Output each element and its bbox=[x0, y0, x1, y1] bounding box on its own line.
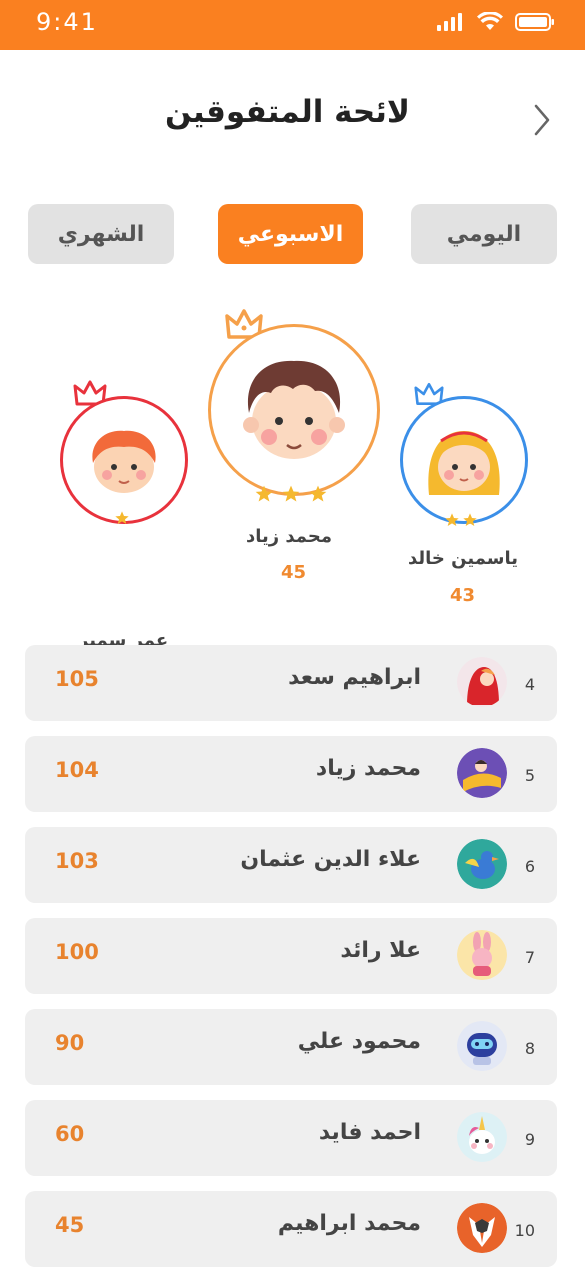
tab-weekly[interactable]: الاسبوعي bbox=[218, 204, 363, 264]
tab-weekly-label: الاسبوعي bbox=[237, 221, 344, 247]
status-icons bbox=[437, 12, 555, 32]
status-bar: 9:41 bbox=[0, 0, 585, 50]
player-score: 45 bbox=[55, 1213, 85, 1237]
podium-second-name: ياسمين خالد bbox=[408, 548, 518, 569]
player-name: محمد زياد bbox=[315, 756, 421, 781]
red-hood-avatar bbox=[457, 657, 507, 707]
player-name: ابراهيم سعد bbox=[288, 665, 421, 690]
star-icon bbox=[463, 513, 477, 526]
fox-avatar bbox=[457, 1203, 507, 1253]
bunny-avatar bbox=[457, 930, 507, 980]
rank-number: 7 bbox=[524, 948, 535, 967]
tab-monthly-label: الشهري bbox=[57, 221, 145, 247]
status-time: 9:41 bbox=[36, 8, 98, 36]
tab-daily-label: اليومي bbox=[446, 221, 522, 247]
unicorn-avatar bbox=[457, 1112, 507, 1162]
player-name: احمد فايد bbox=[318, 1120, 421, 1145]
podium-second-score: 43 bbox=[450, 585, 476, 606]
girl-yellow-hair-avatar bbox=[428, 431, 500, 495]
boy-red-hair-avatar bbox=[92, 430, 156, 493]
star-icon bbox=[255, 485, 273, 502]
rank-number: 8 bbox=[524, 1039, 535, 1058]
rank-number: 9 bbox=[524, 1130, 535, 1149]
player-name: محمد ابراهيم bbox=[277, 1211, 421, 1236]
top-three-podium: عمر سمير 40 محمد زياد 45 bbox=[0, 300, 585, 686]
podium-first-score: 45 bbox=[281, 562, 307, 583]
star-icon bbox=[115, 511, 129, 524]
podium-first-name: محمد زياد bbox=[246, 526, 332, 547]
rank-number: 10 bbox=[514, 1221, 535, 1240]
bird-avatar bbox=[457, 839, 507, 889]
player-score: 90 bbox=[55, 1031, 85, 1055]
wifi-icon bbox=[477, 12, 503, 30]
player-name: علا رائد bbox=[340, 938, 421, 963]
list-item[interactable]: 6 علاء الدين عثمان 103 bbox=[25, 827, 557, 903]
player-name: محمود علي bbox=[297, 1029, 421, 1054]
list-item[interactable]: 4 ابراهيم سعد 105 bbox=[25, 645, 557, 721]
chevron-right-icon[interactable] bbox=[528, 100, 558, 140]
player-score: 105 bbox=[55, 667, 99, 691]
robot-avatar bbox=[457, 1021, 507, 1071]
page-title: لائحة المتفوقين bbox=[165, 94, 410, 130]
player-score: 100 bbox=[55, 940, 99, 964]
player-score: 103 bbox=[55, 849, 99, 873]
player-score: 60 bbox=[55, 1122, 85, 1146]
rank-number: 6 bbox=[524, 857, 535, 876]
list-item[interactable]: 10 محمد ابراهيم 45 bbox=[25, 1191, 557, 1267]
rank-number: 4 bbox=[524, 675, 535, 694]
tab-daily[interactable]: اليومي bbox=[411, 204, 557, 264]
dancer-avatar bbox=[457, 748, 507, 798]
avatar-ring-second bbox=[400, 396, 528, 524]
star-icon bbox=[309, 485, 327, 502]
header: لائحة المتفوقين bbox=[0, 80, 585, 150]
battery-icon bbox=[515, 13, 554, 31]
star-icon bbox=[282, 485, 300, 502]
tab-monthly[interactable]: الشهري bbox=[28, 204, 174, 264]
period-tabs: اليومي الاسبوعي الشهري bbox=[0, 204, 585, 264]
signal-icon bbox=[437, 13, 462, 31]
player-name: علاء الدين عثمان bbox=[240, 847, 421, 872]
avatar-ring-first bbox=[208, 324, 380, 496]
list-item[interactable]: 5 محمد زياد 104 bbox=[25, 736, 557, 812]
avatar-ring-third bbox=[60, 396, 188, 524]
star-icon bbox=[445, 513, 459, 526]
list-item[interactable]: 9 احمد فايد 60 bbox=[25, 1100, 557, 1176]
list-item[interactable]: 7 علا رائد 100 bbox=[25, 918, 557, 994]
list-item[interactable]: 8 محمود علي 90 bbox=[25, 1009, 557, 1085]
player-score: 104 bbox=[55, 758, 99, 782]
rank-number: 5 bbox=[524, 766, 535, 785]
boy-curly-hair-avatar bbox=[243, 360, 345, 459]
